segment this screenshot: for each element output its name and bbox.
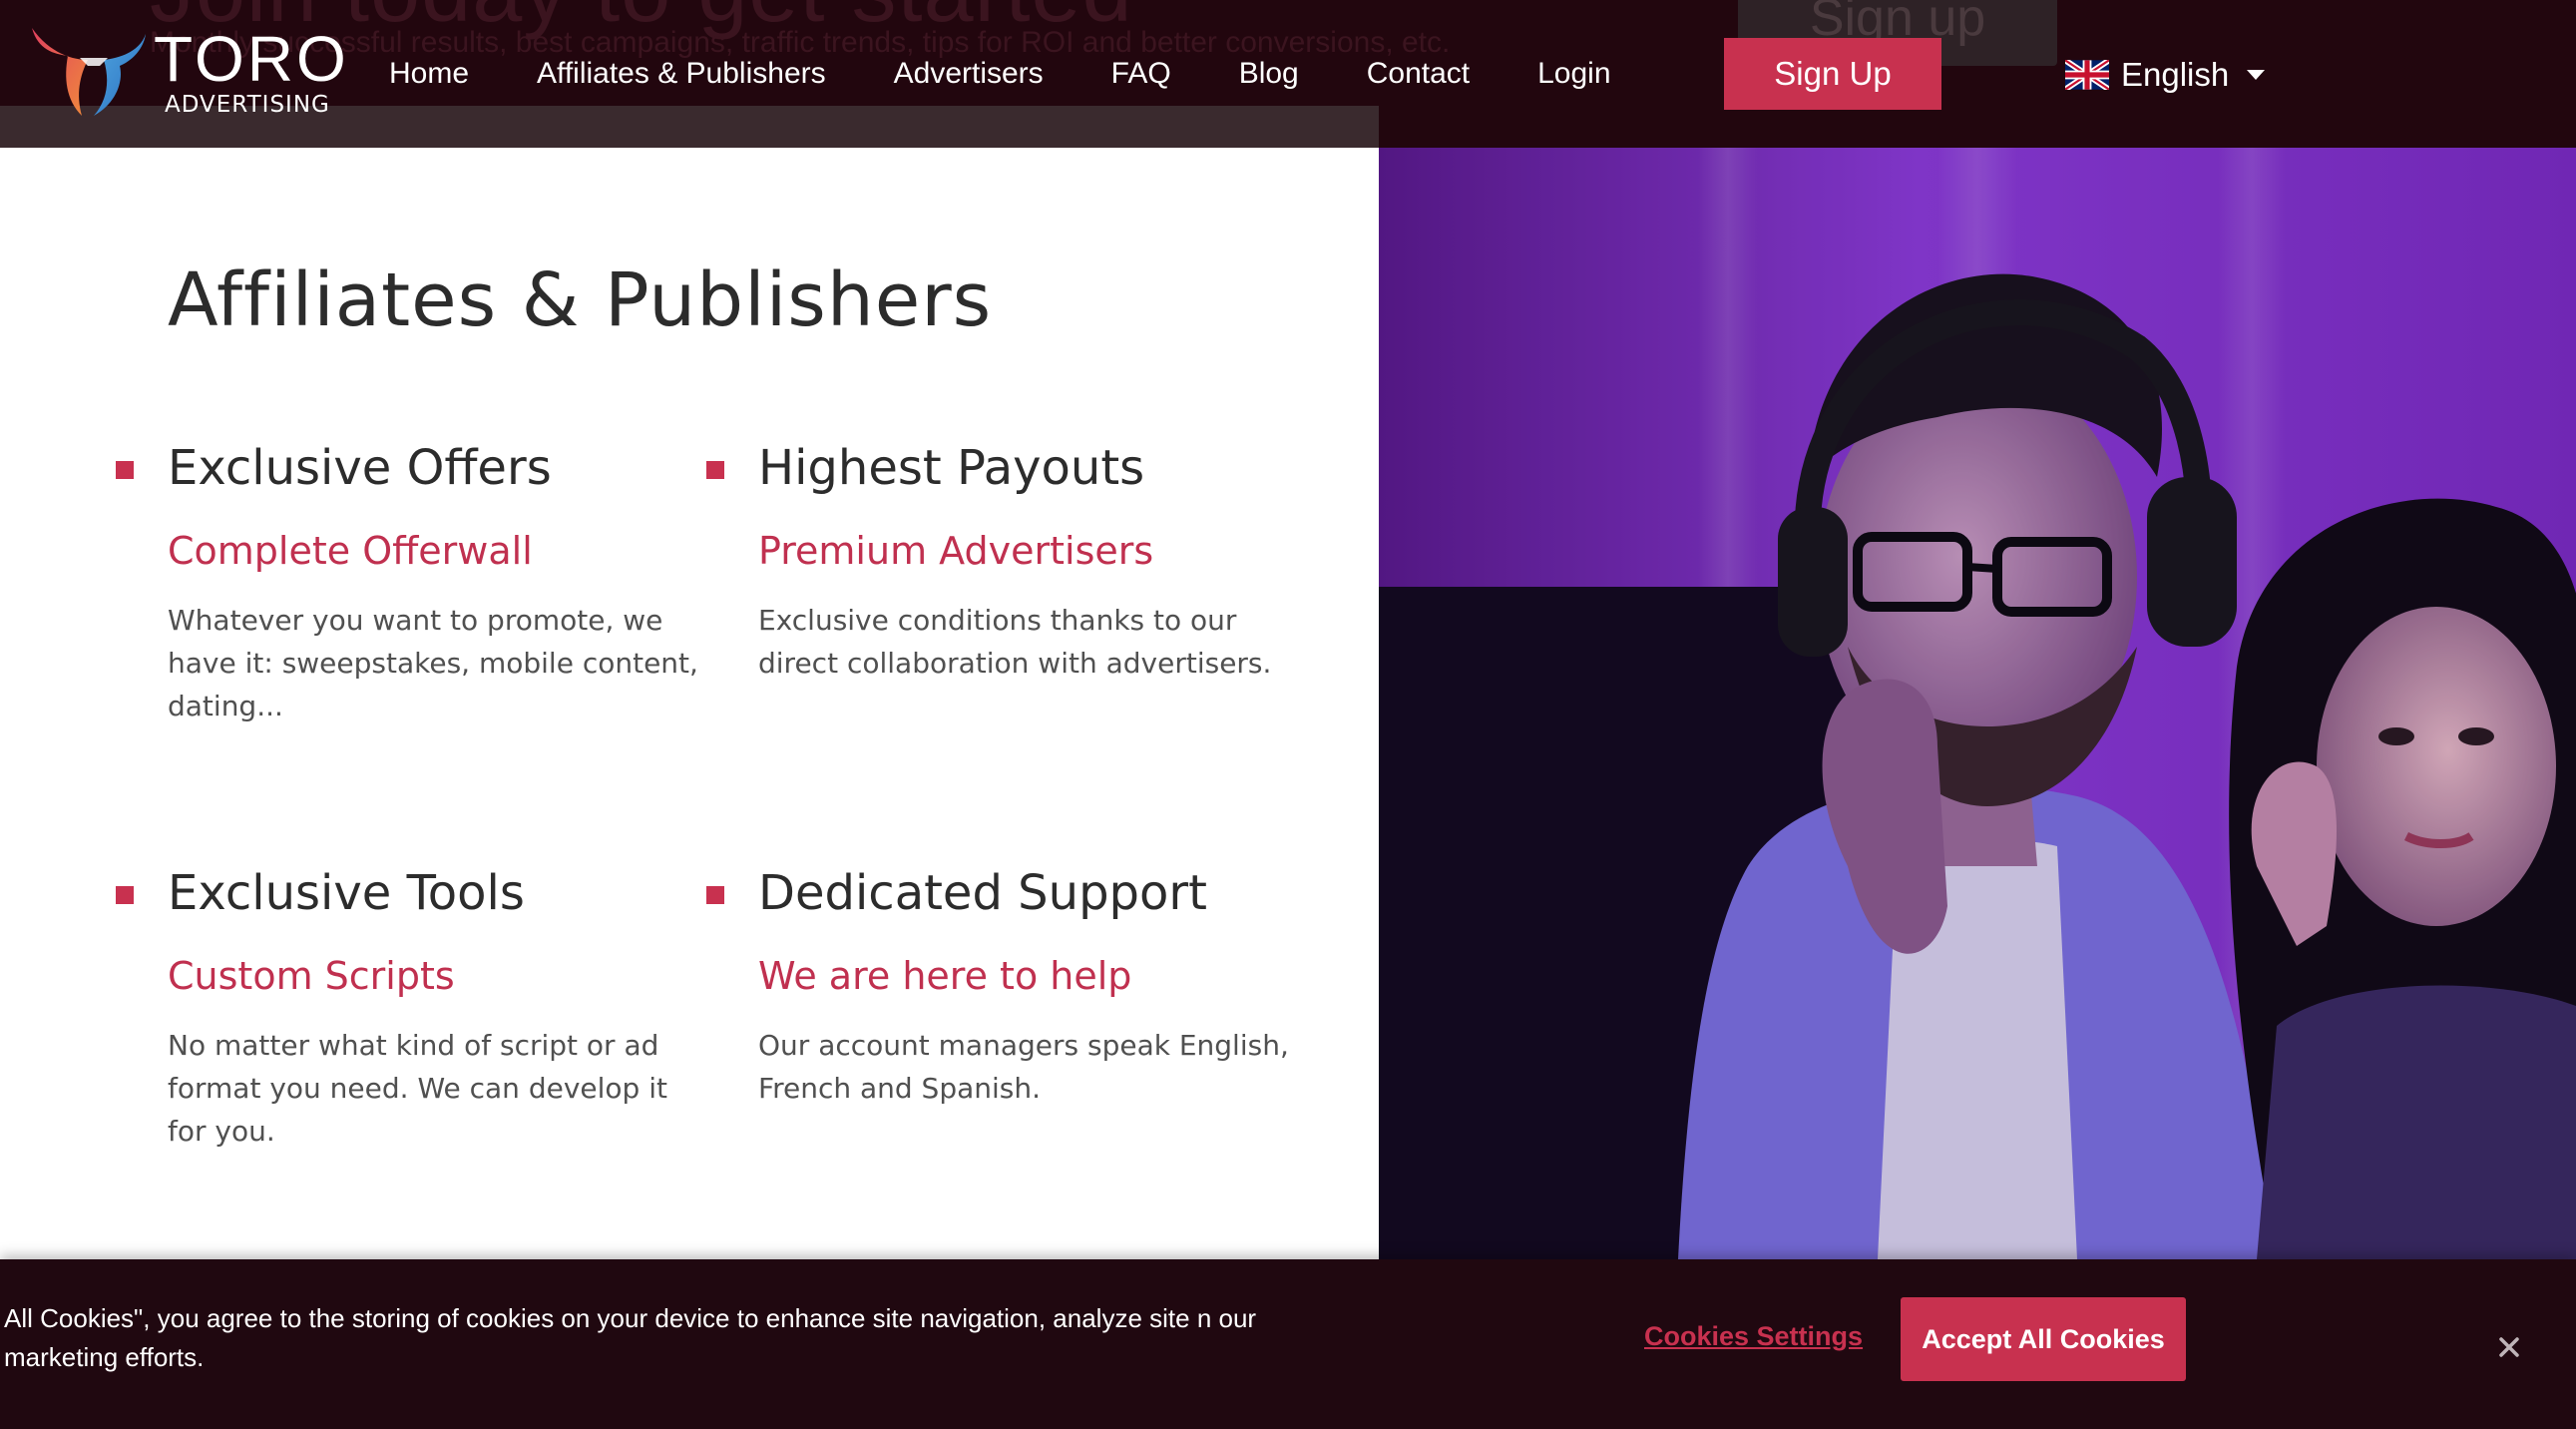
main-content: Affiliates & Publishers Exclusive Offers…: [0, 148, 1379, 1259]
uk-flag-icon: [2065, 60, 2109, 90]
bullet-icon: [706, 886, 724, 904]
feature-subtitle: Premium Advertisers: [758, 529, 1154, 573]
language-selector[interactable]: English: [2065, 50, 2266, 100]
bullet-icon: [116, 886, 134, 904]
nav-blog[interactable]: Blog: [1239, 57, 1299, 91]
feature-highest-payouts: Highest Payouts Premium Advertisers Excl…: [706, 437, 1297, 685]
feature-subtitle: Complete Offerwall: [168, 529, 533, 573]
feature-description: No matter what kind of script or ad form…: [168, 1029, 667, 1148]
page-title: Affiliates & Publishers: [168, 257, 993, 343]
feature-description: Whatever you want to promote, we have it…: [168, 604, 698, 722]
nav-home[interactable]: Home: [389, 57, 469, 91]
bullet-icon: [116, 461, 134, 479]
feature-title: Exclusive Tools: [168, 865, 525, 921]
feature-exclusive-offers: Exclusive Offers Complete Offerwall What…: [116, 437, 706, 727]
feature-subtitle: Custom Scripts: [168, 954, 455, 998]
close-icon[interactable]: [2489, 1327, 2529, 1367]
bullet-icon: [706, 461, 724, 479]
feature-subtitle: We are here to help: [758, 954, 1132, 998]
feature-description: Our account managers speak English, Fren…: [758, 1029, 1289, 1105]
feature-title: Highest Payouts: [758, 440, 1145, 496]
nav-contact[interactable]: Contact: [1367, 57, 1470, 91]
accept-all-cookies-button[interactable]: Accept All Cookies: [1901, 1297, 2186, 1381]
nav-faq[interactable]: FAQ: [1111, 57, 1171, 91]
cookies-settings-link[interactable]: Cookies Settings: [1644, 1321, 1863, 1352]
toro-bull-logo-icon: [32, 28, 146, 116]
cookie-banner: All Cookies", you agree to the storing o…: [0, 1259, 2576, 1429]
feature-description: Exclusive conditions thanks to our direc…: [758, 604, 1272, 680]
main-nav: Home Affiliates & Publishers Advertisers…: [389, 0, 1679, 148]
feature-title: Dedicated Support: [758, 865, 1207, 921]
feature-title: Exclusive Offers: [168, 440, 552, 496]
language-label: English: [2121, 56, 2230, 93]
signup-button[interactable]: Sign Up: [1724, 38, 1941, 110]
chevron-down-icon: [2247, 70, 2266, 80]
nav-affiliates-publishers[interactable]: Affiliates & Publishers: [537, 57, 826, 91]
hero-photo-gamers: [1379, 148, 2576, 1259]
feature-exclusive-tools: Exclusive Tools Custom Scripts No matter…: [116, 862, 706, 1153]
logo-wordmark: TORO: [154, 23, 349, 95]
logo[interactable]: TORO ADVERTISING: [24, 20, 346, 120]
cookie-consent-text: All Cookies", you agree to the storing o…: [4, 1303, 1257, 1372]
site-header: Join today to get started Monthly succes…: [0, 0, 2576, 148]
nav-advertisers[interactable]: Advertisers: [894, 57, 1044, 91]
nav-login[interactable]: Login: [1537, 57, 1610, 91]
feature-dedicated-support: Dedicated Support We are here to help Ou…: [706, 862, 1297, 1110]
logo-subtitle: ADVERTISING: [165, 92, 330, 118]
